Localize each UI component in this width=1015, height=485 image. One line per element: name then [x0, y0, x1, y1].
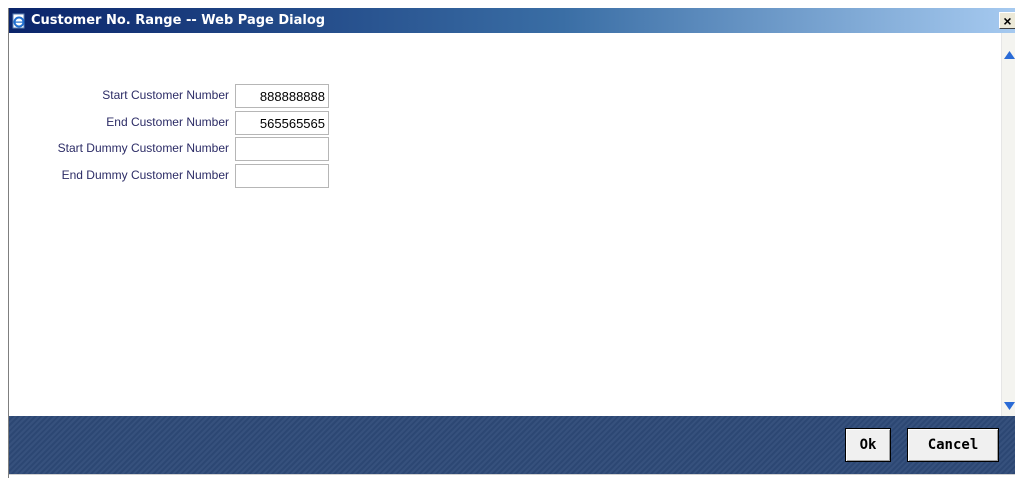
end-dummy-customer-number-label: End Dummy Customer Number — [61, 168, 229, 182]
end-customer-number-row: End Customer Number — [9, 111, 409, 135]
end-dummy-customer-number-input[interactable] — [235, 164, 329, 188]
start-dummy-customer-number-label: Start Dummy Customer Number — [57, 141, 229, 155]
form-area: Start Customer Number End Customer Numbe… — [9, 33, 1001, 416]
start-customer-number-row: Start Customer Number — [9, 84, 409, 108]
start-dummy-customer-number-input[interactable] — [235, 137, 329, 161]
vertical-scrollbar[interactable] — [1001, 33, 1015, 416]
scroll-down-arrow-icon[interactable] — [1003, 399, 1015, 412]
end-customer-number-input[interactable] — [235, 111, 329, 135]
dialog-title: Customer No. Range -- Web Page Dialog — [31, 13, 326, 28]
start-customer-number-label: Start Customer Number — [102, 88, 229, 102]
close-icon[interactable]: × — [999, 12, 1015, 29]
button-bar: Ok Cancel — [9, 416, 1015, 474]
cancel-button[interactable]: Cancel — [907, 428, 999, 462]
ok-button[interactable]: Ok — [845, 428, 891, 462]
end-dummy-customer-number-row: End Dummy Customer Number — [9, 164, 409, 188]
title-bar: Customer No. Range -- Web Page Dialog × — [9, 8, 1015, 33]
scroll-up-arrow-icon[interactable] — [1003, 48, 1015, 61]
start-dummy-customer-number-row: Start Dummy Customer Number — [9, 137, 409, 161]
end-customer-number-label: End Customer Number — [106, 115, 229, 129]
start-customer-number-input[interactable] — [235, 84, 329, 108]
status-strip — [9, 474, 1015, 478]
dialog-window: Customer No. Range -- Web Page Dialog × … — [8, 8, 1015, 478]
ie-page-icon — [11, 13, 27, 29]
